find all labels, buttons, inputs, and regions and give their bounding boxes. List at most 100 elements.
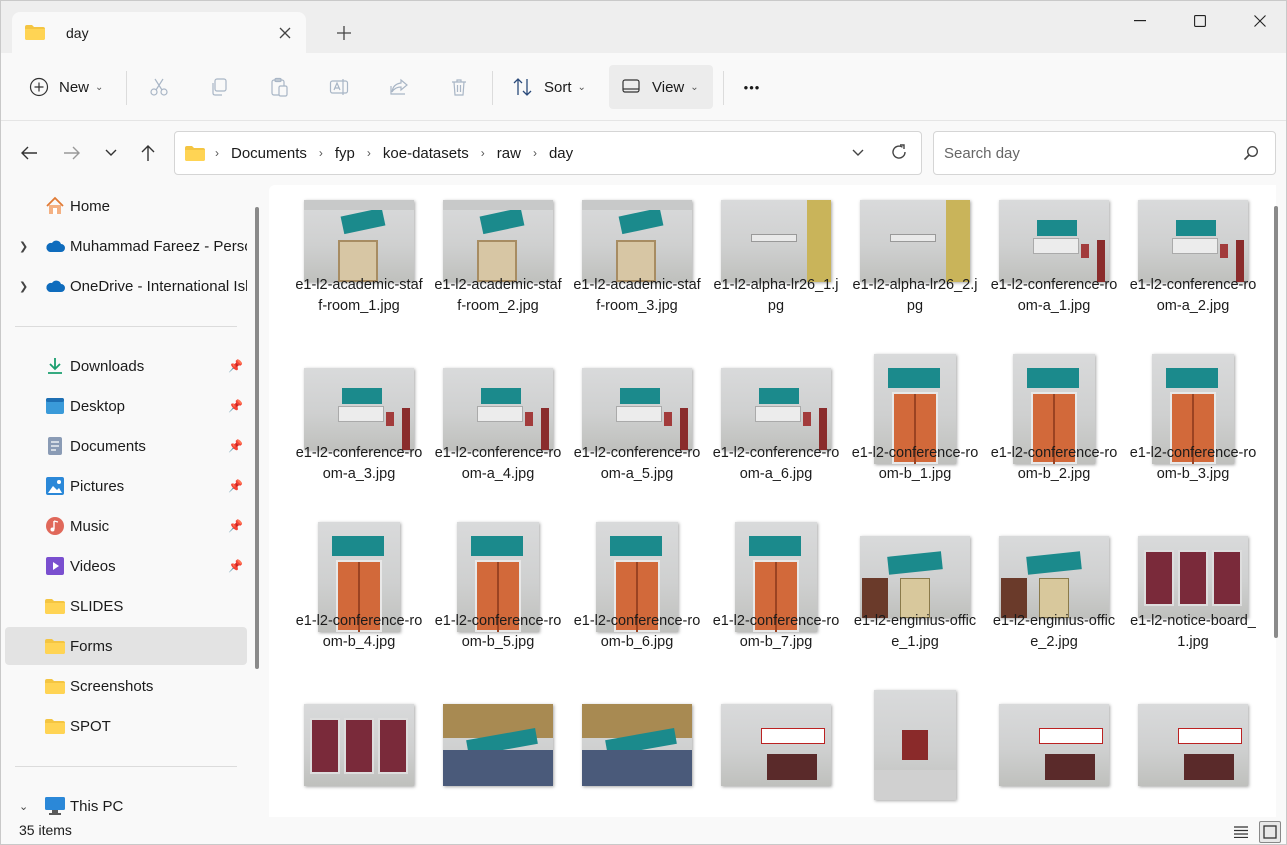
copy-button[interactable]: [199, 65, 239, 109]
file-tile[interactable]: [850, 689, 980, 817]
share-button[interactable]: [379, 65, 419, 109]
image-thumbnail[interactable]: [443, 704, 553, 786]
file-tile[interactable]: e1-l2-conference-room-b_4.jpg: [294, 521, 424, 681]
sidebar-item-screenshots[interactable]: Screenshots: [5, 667, 247, 705]
refresh-button[interactable]: [889, 142, 909, 165]
pin-icon[interactable]: 📌: [228, 479, 243, 493]
pin-icon[interactable]: 📌: [228, 359, 243, 373]
image-thumbnail[interactable]: [1138, 704, 1248, 786]
file-tile[interactable]: [989, 689, 1119, 817]
sidebar-item-this-pc[interactable]: ⌄ This PC: [5, 787, 247, 817]
sidebar-item-forms[interactable]: Forms: [5, 627, 247, 665]
file-tile[interactable]: e1-l2-enginius-office_2.jpg: [989, 521, 1119, 681]
back-button[interactable]: [15, 139, 43, 167]
file-tile[interactable]: e1-l2-conference-room-a_3.jpg: [294, 353, 424, 513]
file-tile[interactable]: [1128, 689, 1258, 817]
image-thumbnail[interactable]: [721, 368, 831, 450]
file-tile[interactable]: e1-l2-alpha-lr26_2.jpg: [850, 185, 980, 345]
image-thumbnail[interactable]: [304, 368, 414, 450]
file-tile[interactable]: e1-l2-conference-room-b_6.jpg: [572, 521, 702, 681]
tab-day[interactable]: day: [12, 12, 306, 53]
sidebar-item-desktop[interactable]: Desktop 📌: [5, 387, 247, 425]
image-thumbnail[interactable]: [582, 200, 692, 282]
new-tab-button[interactable]: [331, 20, 357, 46]
thumbnail-view-button[interactable]: [1259, 821, 1281, 843]
image-thumbnail[interactable]: [443, 368, 553, 450]
forward-button[interactable]: [58, 139, 86, 167]
breadcrumb-koe-datasets[interactable]: koe-datasets: [383, 145, 469, 162]
file-tile[interactable]: e1-l2-conference-room-b_2.jpg: [989, 353, 1119, 513]
file-tile[interactable]: e1-l2-conference-room-a_4.jpg: [433, 353, 563, 513]
file-tile[interactable]: e1-l2-conference-room-a_6.jpg: [711, 353, 841, 513]
chevron-down-icon[interactable]: ⌄: [19, 800, 28, 813]
sidebar-item-home[interactable]: Home: [5, 187, 247, 225]
image-thumbnail[interactable]: [304, 200, 414, 282]
close-tab-button[interactable]: [274, 22, 296, 44]
file-tile[interactable]: e1-l2-conference-room-b_3.jpg: [1128, 353, 1258, 513]
image-thumbnail[interactable]: [443, 200, 553, 282]
breadcrumb-day[interactable]: day: [549, 145, 573, 162]
sidebar-item-music[interactable]: Music 📌: [5, 507, 247, 545]
sort-button[interactable]: Sort ⌄: [504, 65, 594, 109]
sidebar-item-videos[interactable]: Videos 📌: [5, 547, 247, 585]
file-tile[interactable]: e1-l2-conference-room-a_5.jpg: [572, 353, 702, 513]
file-tile[interactable]: e1-l2-conference-room-b_1.jpg: [850, 353, 980, 513]
address-history-button[interactable]: [851, 144, 865, 165]
sidebar-item-slides[interactable]: SLIDES: [5, 587, 247, 625]
image-thumbnail[interactable]: [1138, 200, 1248, 282]
image-thumbnail[interactable]: [582, 368, 692, 450]
pin-icon[interactable]: 📌: [228, 439, 243, 453]
sidebar-item-downloads[interactable]: Downloads 📌: [5, 347, 247, 385]
address-bar[interactable]: › Documents › fyp › koe-datasets › raw ›…: [174, 131, 922, 175]
image-thumbnail[interactable]: [999, 536, 1109, 618]
file-tile[interactable]: e1-l2-enginius-office_1.jpg: [850, 521, 980, 681]
image-thumbnail[interactable]: [860, 536, 970, 618]
image-thumbnail[interactable]: [721, 704, 831, 786]
sidebar-item-onedrive-personal[interactable]: ❯ Muhammad Fareez - Personal: [5, 227, 247, 265]
details-view-button[interactable]: [1230, 821, 1252, 843]
file-tile[interactable]: e1-l2-academic-staff-room_2.jpg: [433, 185, 563, 345]
file-tile[interactable]: e1-l2-conference-room-a_1.jpg: [989, 185, 1119, 345]
file-tile[interactable]: e1-l2-alpha-lr26_1.jpg: [711, 185, 841, 345]
minimize-button[interactable]: [1110, 1, 1170, 41]
maximize-button[interactable]: [1170, 1, 1230, 41]
file-tile[interactable]: e1-l2-conference-room-b_5.jpg: [433, 521, 563, 681]
image-thumbnail[interactable]: [860, 200, 970, 282]
file-tile[interactable]: e1-l2-conference-room-a_2.jpg: [1128, 185, 1258, 345]
delete-button[interactable]: [439, 65, 479, 109]
breadcrumb-raw[interactable]: raw: [497, 145, 521, 162]
chevron-right-icon[interactable]: ❯: [19, 280, 28, 293]
file-tile[interactable]: e1-l2-academic-staff-room_3.jpg: [572, 185, 702, 345]
file-tile[interactable]: [294, 689, 424, 817]
sidebar-item-documents[interactable]: Documents 📌: [5, 427, 247, 465]
view-button[interactable]: View ⌄: [609, 65, 713, 109]
image-thumbnail[interactable]: [999, 200, 1109, 282]
sidebar-item-onedrive-iium[interactable]: ❯ OneDrive - International Islamic Unive…: [5, 267, 247, 305]
image-thumbnail[interactable]: [874, 690, 956, 800]
breadcrumb-fyp[interactable]: fyp: [335, 145, 355, 162]
file-tile[interactable]: e1-l2-conference-room-b_7.jpg: [711, 521, 841, 681]
sidebar-item-pictures[interactable]: Pictures 📌: [5, 467, 247, 505]
file-tile[interactable]: [433, 689, 563, 817]
image-thumbnail[interactable]: [1138, 536, 1248, 618]
sidebar-scrollbar[interactable]: [255, 207, 259, 669]
breadcrumb-documents[interactable]: Documents: [231, 145, 307, 162]
image-thumbnail[interactable]: [304, 704, 414, 786]
sidebar-item-spot[interactable]: SPOT: [5, 707, 247, 745]
pin-icon[interactable]: 📌: [228, 519, 243, 533]
close-window-button[interactable]: [1230, 1, 1286, 41]
up-button[interactable]: [134, 139, 162, 167]
search-box[interactable]: [933, 131, 1276, 175]
image-thumbnail[interactable]: [721, 200, 831, 282]
file-tile[interactable]: e1-l2-academic-staff-room_1.jpg: [294, 185, 424, 345]
more-options-button[interactable]: •••: [731, 65, 773, 109]
cut-button[interactable]: [139, 65, 179, 109]
paste-button[interactable]: [259, 65, 299, 109]
image-thumbnail[interactable]: [999, 704, 1109, 786]
file-tile[interactable]: [572, 689, 702, 817]
pin-icon[interactable]: 📌: [228, 559, 243, 573]
new-button[interactable]: New ⌄: [21, 65, 111, 109]
file-tile[interactable]: e1-l2-notice-board_1.jpg: [1128, 521, 1258, 681]
chevron-right-icon[interactable]: ❯: [19, 240, 28, 253]
content-scrollbar[interactable]: [1274, 206, 1278, 638]
